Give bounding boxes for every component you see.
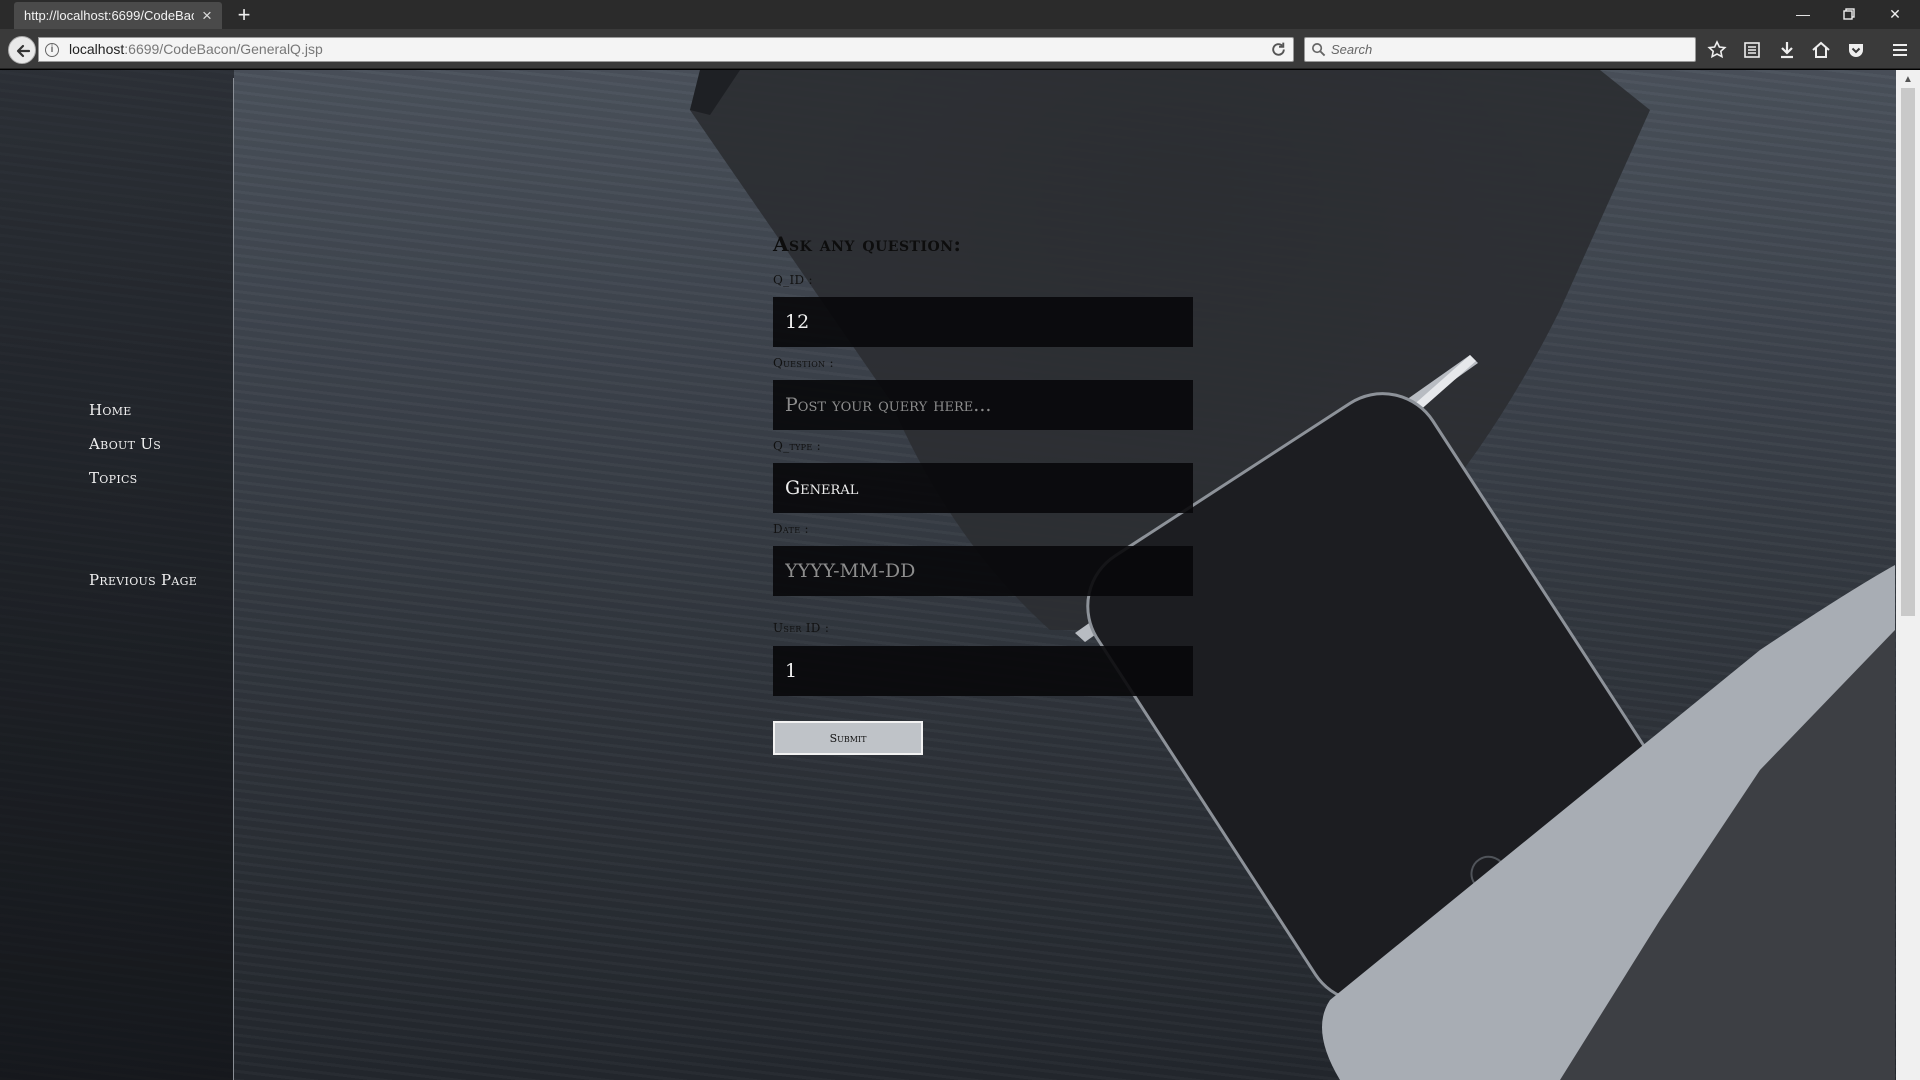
page-viewport: Home About Us Topics Previous Page Ask a… xyxy=(0,70,1920,1080)
nav-about-us-link[interactable]: About Us xyxy=(89,435,161,453)
home-icon[interactable] xyxy=(1809,38,1833,62)
pocket-icon[interactable] xyxy=(1844,38,1868,62)
user-id-input[interactable] xyxy=(773,646,1193,696)
minimize-window-icon[interactable]: — xyxy=(1780,0,1826,29)
search-bar[interactable] xyxy=(1304,37,1696,62)
reading-list-icon[interactable] xyxy=(1740,38,1764,62)
scrollbar-thumb[interactable] xyxy=(1901,88,1915,616)
form-title: Ask any question: xyxy=(773,232,962,256)
nav-home-link[interactable]: Home xyxy=(89,401,132,419)
url-host: localhost xyxy=(69,41,125,57)
date-label: Date : xyxy=(773,522,809,536)
submit-button[interactable]: Submit xyxy=(773,721,923,755)
vertical-scrollbar[interactable]: ▲ xyxy=(1896,70,1920,1080)
download-icon[interactable] xyxy=(1775,38,1799,62)
url-text[interactable]: localhost:6699/CodeBacon/GeneralQ.jsp xyxy=(69,38,323,61)
navigation-toolbar: i localhost:6699/CodeBacon/GeneralQ.jsp xyxy=(0,29,1920,69)
close-tab-icon[interactable]: × xyxy=(198,2,216,29)
browser-tab[interactable]: http://localhost:6699/CodeBacon × xyxy=(14,2,222,29)
info-icon[interactable]: i xyxy=(45,43,59,57)
star-icon[interactable] xyxy=(1705,38,1729,62)
search-icon xyxy=(1312,43,1326,57)
q-id-label: Q_ID : xyxy=(773,273,813,287)
nav-topics-link[interactable]: Topics xyxy=(89,469,138,487)
hamburger-menu-icon[interactable] xyxy=(1888,38,1912,62)
q-type-label: Q_type : xyxy=(773,439,821,453)
restore-window-icon[interactable] xyxy=(1826,0,1872,29)
url-path: :6699/CodeBacon/GeneralQ.jsp xyxy=(124,41,323,57)
date-input[interactable] xyxy=(773,546,1193,596)
sidebar-divider xyxy=(233,78,234,1080)
new-tab-plus-icon[interactable]: + xyxy=(232,3,256,27)
tab-title: http://localhost:6699/CodeBacon xyxy=(24,8,194,23)
scroll-up-arrow-icon[interactable]: ▲ xyxy=(1901,74,1915,86)
question-input[interactable] xyxy=(773,380,1193,430)
q-type-input[interactable] xyxy=(773,463,1193,513)
nav-previous-page-link[interactable]: Previous Page xyxy=(89,571,197,589)
user-id-label: User ID : xyxy=(773,621,830,635)
reload-icon[interactable] xyxy=(1270,41,1287,58)
tab-strip: http://localhost:6699/CodeBacon × + — ✕ xyxy=(0,0,1920,29)
close-window-icon[interactable]: ✕ xyxy=(1872,0,1918,29)
back-arrow-icon[interactable] xyxy=(8,36,36,64)
question-label: Question : xyxy=(773,356,834,370)
q-id-input[interactable] xyxy=(773,297,1193,347)
search-input[interactable] xyxy=(1331,39,1691,60)
url-bar[interactable]: i localhost:6699/CodeBacon/GeneralQ.jsp xyxy=(38,37,1294,62)
